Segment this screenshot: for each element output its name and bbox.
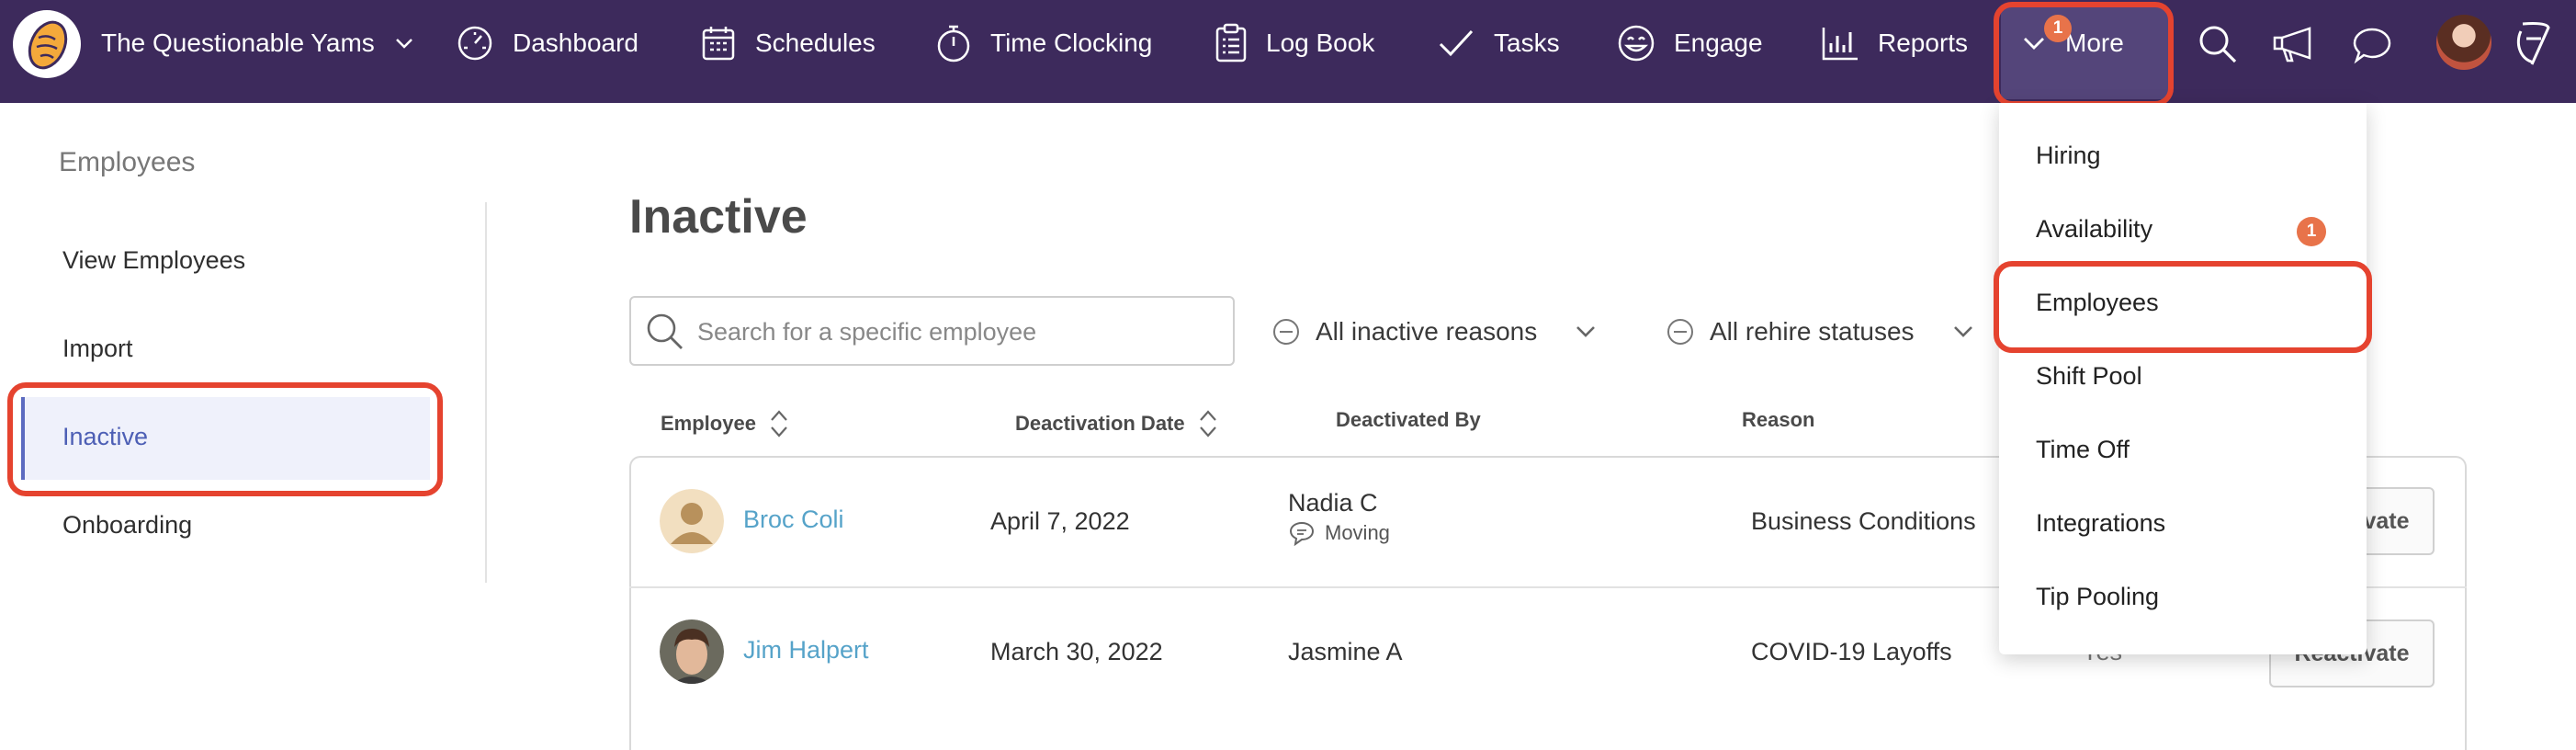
column-header-deactivation-date[interactable]: Deactivation Date [1015, 408, 1218, 439]
menu-item-time-off[interactable]: Time Off [2036, 436, 2130, 464]
sort-icon [1199, 410, 1216, 438]
sidebar-item-import[interactable]: Import [62, 335, 133, 363]
clipboard-icon [1215, 23, 1247, 62]
availability-badge: 1 [2297, 217, 2326, 246]
chevron-down-icon [2024, 38, 2044, 50]
chat-bubble-icon[interactable] [2352, 26, 2392, 64]
megaphone-icon[interactable] [2271, 24, 2315, 64]
search-field[interactable] [629, 296, 1235, 366]
nav-item-engage[interactable]: Engage [1617, 20, 1763, 66]
top-navigation-bar: The Questionable Yams Dashboard Schedule… [0, 0, 2576, 107]
deactivated-by: Nadia C [1288, 489, 1378, 517]
employee-avatar [660, 619, 724, 684]
deactivation-reason: COVID-19 Layoffs [1751, 638, 1952, 665]
sidebar-item-onboarding[interactable]: Onboarding [62, 511, 192, 540]
inactive-reason-filter[interactable]: All inactive reasons [1271, 309, 1598, 355]
comment-icon [1289, 521, 1315, 546]
menu-item-tip-pooling[interactable]: Tip Pooling [2036, 583, 2159, 611]
minus-circle-icon [1273, 319, 1299, 345]
search-input[interactable] [695, 311, 1214, 353]
yam-logo-icon[interactable] [13, 10, 81, 78]
nav-item-time-clocking[interactable]: Time Clocking [935, 20, 1152, 66]
chevron-down-icon [1953, 326, 1972, 337]
employee-avatar-placeholder [660, 489, 724, 553]
checkmark-icon [1439, 29, 1474, 57]
menu-item-hiring[interactable]: Hiring [2036, 142, 2101, 170]
chevron-down-icon [1576, 326, 1596, 337]
page-title: Inactive [629, 190, 808, 244]
gauge-icon [458, 26, 492, 61]
smiley-icon [1618, 25, 1655, 62]
nav-item-reports[interactable]: Reports [1821, 20, 1968, 66]
stopwatch-icon [937, 25, 970, 62]
sidebar-title: Employees [59, 147, 196, 177]
sidebar-item-view-employees[interactable]: View Employees [62, 246, 245, 275]
nav-item-tasks[interactable]: Tasks [1437, 20, 1560, 66]
org-switcher[interactable]: The Questionable Yams [101, 20, 415, 66]
nav-item-more[interactable]: More [2021, 20, 2124, 66]
deactivated-by: Jasmine A [1288, 638, 1403, 665]
notification-badge: 1 [2044, 15, 2072, 42]
employee-name-link[interactable]: Broc Coli [743, 506, 844, 534]
user-avatar[interactable] [2436, 15, 2491, 70]
sidebar-item-inactive[interactable]: Inactive [62, 423, 148, 451]
brand-7-icon[interactable] [2514, 17, 2556, 68]
search-icon [647, 313, 683, 349]
more-dropdown-menu: Hiring Availability 1 Employees Shift Po… [1994, 103, 2372, 654]
deactivation-reason: Business Conditions [1751, 507, 1976, 535]
deactivation-note: Moving [1288, 520, 1390, 546]
deactivation-date: April 7, 2022 [990, 507, 1130, 535]
nav-item-log-book[interactable]: Log Book [1215, 20, 1374, 66]
nav-item-dashboard[interactable]: Dashboard [456, 20, 638, 66]
column-header-deactivated-by: Deactivated By [1336, 408, 1481, 431]
org-name: The Questionable Yams [101, 28, 375, 57]
sidebar-divider [485, 202, 487, 583]
sort-icon [771, 410, 787, 438]
menu-item-shift-pool[interactable]: Shift Pool [2036, 362, 2142, 391]
menu-item-integrations[interactable]: Integrations [2036, 509, 2165, 538]
calendar-icon [702, 27, 735, 61]
employee-name-link[interactable]: Jim Halpert [743, 636, 869, 665]
menu-item-availability[interactable]: Availability [2036, 215, 2152, 244]
menu-item-employees[interactable]: Employees [2036, 289, 2159, 317]
minus-circle-icon [1667, 319, 1693, 345]
search-icon[interactable] [2198, 24, 2238, 64]
chevron-down-icon [395, 39, 412, 49]
deactivation-date: March 30, 2022 [990, 638, 1163, 665]
nav-item-schedules[interactable]: Schedules [700, 20, 876, 66]
rehire-status-filter[interactable]: All rehire statuses [1666, 309, 1975, 355]
column-header-employee[interactable]: Employee [661, 408, 789, 439]
column-header-reason: Reason [1742, 408, 1815, 431]
bar-chart-icon [1822, 28, 1858, 61]
